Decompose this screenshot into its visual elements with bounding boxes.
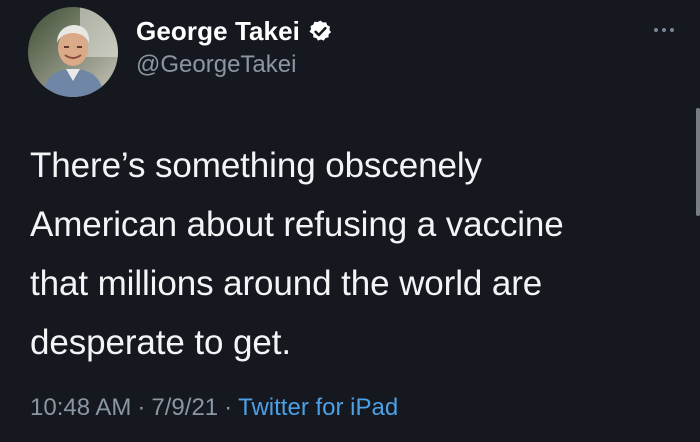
tweet-time[interactable]: 10:48 AM: [30, 394, 131, 421]
handle[interactable]: @GeorgeTakei: [136, 51, 333, 79]
verified-badge-icon: [308, 19, 333, 44]
scrollbar[interactable]: [696, 108, 700, 216]
display-name[interactable]: George Takei: [136, 16, 300, 47]
avatar[interactable]: [28, 7, 118, 97]
dot: [662, 28, 666, 32]
tweet-date[interactable]: 7/9/21: [151, 394, 218, 421]
tweet-text-line: American about refusing a vaccine: [30, 205, 564, 244]
separator: ·: [137, 394, 146, 421]
tweet-header: George Takei @GeorgeTakei: [28, 6, 333, 98]
separator: ·: [224, 394, 233, 421]
tweet-source-link[interactable]: Twitter for iPad: [238, 394, 398, 421]
more-options-icon[interactable]: [650, 22, 678, 38]
tweet-text-line: that millions around the world are: [30, 264, 543, 303]
tweet: George Takei @GeorgeTakei There’s someth…: [0, 0, 700, 442]
tweet-text: There’s something obscenely American abo…: [30, 136, 650, 372]
profile-photo-icon: [28, 7, 118, 97]
dot: [670, 28, 674, 32]
tweet-text-line: There’s something obscenely: [30, 146, 482, 185]
tweet-meta: 10:48 AM · 7/9/21 · Twitter for iPad: [30, 394, 398, 422]
name-row: George Takei: [136, 16, 333, 47]
tweet-text-line: desperate to get.: [30, 323, 291, 362]
author-block: George Takei @GeorgeTakei: [136, 16, 333, 79]
dot: [654, 28, 658, 32]
